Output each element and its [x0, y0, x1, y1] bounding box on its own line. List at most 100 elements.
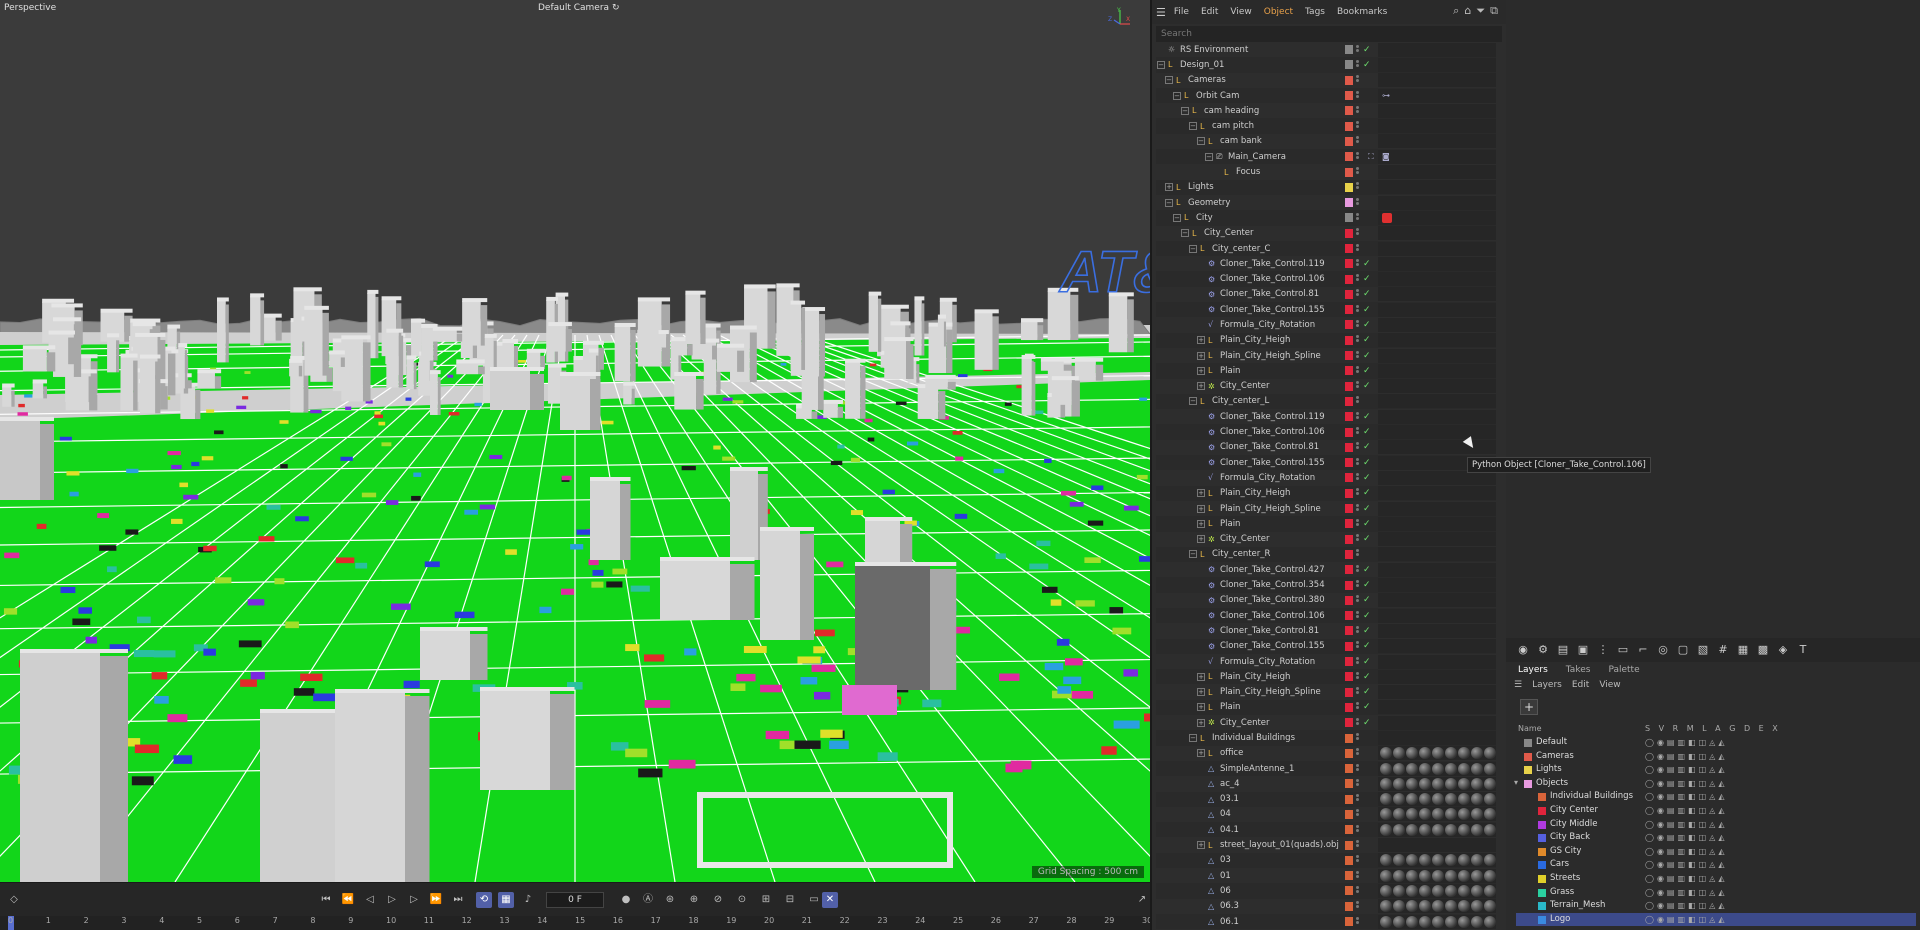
material-tag-icon[interactable]	[1432, 808, 1444, 821]
object-row[interactable]: − L Cameras	[1156, 73, 1496, 88]
layer-color-swatch[interactable]	[1345, 626, 1353, 636]
material-tag-icon[interactable]	[1406, 777, 1418, 790]
object-name[interactable]: Formula_City_Rotation	[1220, 473, 1315, 483]
material-tag-icon[interactable]	[1380, 869, 1392, 882]
enabled-check-icon[interactable]: ✓	[1363, 534, 1371, 544]
layer-color-swatch[interactable]	[1538, 793, 1546, 802]
render-settings-icon[interactable]: ⚙	[1536, 643, 1550, 657]
object-row[interactable]: + L Plain_City_Heigh_Spline ✓	[1156, 348, 1496, 363]
expand-icon[interactable]: +	[1165, 183, 1173, 192]
layer-color-swatch[interactable]	[1345, 657, 1353, 667]
expand-icon[interactable]: +	[1197, 535, 1205, 544]
layer-color-swatch[interactable]	[1345, 779, 1353, 789]
layer-color-swatch[interactable]	[1345, 565, 1353, 575]
layer-flag-toggles[interactable]: ◯◉▤▥◧◫◬◭	[1645, 901, 1727, 910]
layout-icon[interactable]: ▢	[1676, 643, 1690, 657]
visibility-dots-icon[interactable]	[1356, 182, 1360, 192]
visibility-dots-icon[interactable]	[1356, 243, 1360, 254]
layer-color-swatch[interactable]	[1345, 534, 1353, 544]
material-tag-icon[interactable]	[1406, 869, 1418, 882]
layer-color-swatch[interactable]	[1345, 458, 1353, 468]
object-row[interactable]: − Lcam bank	[1156, 134, 1496, 149]
layer-color-swatch[interactable]	[1345, 136, 1353, 146]
object-row[interactable]: △ ac_4	[1156, 776, 1496, 791]
material-tag-icon[interactable]	[1432, 854, 1444, 867]
layer-name[interactable]: Terrain_Mesh	[1550, 900, 1605, 910]
expand-icon[interactable]: +	[1197, 519, 1205, 528]
material-tag-icon[interactable]	[1380, 900, 1392, 913]
object-name[interactable]: City_Center	[1220, 381, 1270, 391]
object-row[interactable]: − L City_center_R	[1156, 546, 1496, 563]
layer-color-swatch[interactable]	[1345, 351, 1353, 361]
object-name[interactable]: 03.1	[1220, 794, 1239, 804]
enabled-check-icon[interactable]: ✓	[1363, 519, 1371, 529]
material-tag-icon[interactable]	[1445, 747, 1457, 760]
material-tag-icon[interactable]	[1432, 915, 1444, 928]
key-scale-icon[interactable]: ⊙	[734, 892, 750, 908]
expand-icon[interactable]: +	[1197, 718, 1205, 727]
visibility-dots-icon[interactable]	[1356, 840, 1360, 850]
collapse-icon[interactable]: −	[1157, 60, 1165, 69]
new-window-icon[interactable]: ⧉	[1490, 4, 1498, 18]
material-tag-icon[interactable]	[1419, 762, 1431, 775]
visibility-dots-icon[interactable]	[1356, 916, 1360, 927]
material-tag-icon[interactable]	[1393, 793, 1405, 806]
enabled-check-icon[interactable]: ✓	[1363, 672, 1371, 682]
visibility-dots-icon[interactable]	[1356, 870, 1360, 881]
visibility-dots-icon[interactable]	[1356, 641, 1360, 651]
goto-end-icon[interactable]: ⏭	[450, 892, 466, 908]
object-name[interactable]: 04.1	[1220, 825, 1239, 835]
enabled-check-icon[interactable]: ✓	[1363, 657, 1371, 667]
cube-tag-icon[interactable]	[1382, 212, 1392, 223]
layer-name[interactable]: City Back	[1550, 832, 1590, 842]
object-name[interactable]: Design_01	[1180, 60, 1224, 70]
layer-name[interactable]: GS City	[1550, 846, 1581, 856]
material-tag-icon[interactable]	[1471, 777, 1483, 790]
layer-color-swatch[interactable]	[1345, 60, 1353, 70]
layer-color-swatch[interactable]	[1345, 106, 1353, 116]
material-tag-icon[interactable]	[1393, 900, 1405, 913]
image-icon[interactable]: ▩	[1756, 643, 1770, 657]
layer-color-swatch[interactable]	[1345, 702, 1353, 712]
enabled-check-icon[interactable]: ✓	[1363, 335, 1371, 345]
visibility-dots-icon[interactable]	[1356, 105, 1360, 116]
object-name[interactable]: Plain_City_Heigh_Spline	[1220, 351, 1321, 361]
fcurve-icon[interactable]: ↗	[1134, 892, 1150, 908]
layer-color-swatch[interactable]	[1345, 733, 1353, 743]
layer-name[interactable]: Cars	[1550, 859, 1569, 869]
visibility-dots-icon[interactable]	[1356, 75, 1360, 85]
key-pla-icon[interactable]: ⊟	[782, 892, 798, 908]
layer-color-swatch[interactable]	[1345, 595, 1353, 605]
object-name[interactable]: Plain_City_Heigh	[1220, 335, 1290, 345]
enabled-check-icon[interactable]: ✓	[1363, 442, 1371, 452]
material-tag-icon[interactable]	[1406, 915, 1418, 928]
enabled-check-icon[interactable]: ✓	[1363, 45, 1371, 55]
material-tag-icon[interactable]	[1484, 777, 1496, 790]
layer-color-swatch[interactable]	[1345, 182, 1353, 192]
folder-icon[interactable]: ▭	[1616, 643, 1630, 657]
object-row[interactable]: ⚙ Cloner_Take_Control.155 ✓	[1156, 455, 1496, 471]
layer-color-swatch[interactable]	[1345, 274, 1353, 284]
material-tag-icon[interactable]	[1484, 915, 1496, 928]
object-name[interactable]: Cameras	[1188, 75, 1226, 85]
goto-start-icon[interactable]: ⏮	[318, 892, 334, 908]
object-name[interactable]: Formula_City_Rotation	[1220, 320, 1315, 330]
layer-color-swatch[interactable]	[1345, 244, 1353, 253]
layer-color-swatch[interactable]	[1345, 121, 1353, 131]
layer-row[interactable]: Grass ◯◉▤▥◧◫◬◭	[1516, 886, 1916, 900]
visibility-dots-icon[interactable]	[1356, 381, 1360, 391]
visibility-dots-icon[interactable]	[1356, 503, 1360, 514]
menu-file[interactable]: File	[1174, 7, 1189, 17]
material-tag-icon[interactable]	[1432, 884, 1444, 897]
text-icon[interactable]: T	[1796, 643, 1810, 657]
material-tag-icon[interactable]	[1445, 854, 1457, 867]
visibility-dots-icon[interactable]	[1356, 304, 1360, 315]
layer-row[interactable]: Default ◯◉▤▥◧◫◬◭	[1516, 736, 1916, 750]
object-search-input[interactable]: Search	[1156, 26, 1502, 42]
enabled-check-icon[interactable]: ✓	[1363, 259, 1371, 269]
expand-icon[interactable]: +	[1197, 504, 1205, 513]
layer-color-swatch[interactable]	[1345, 289, 1353, 299]
object-row[interactable]: ⚙ Cloner_Take_Control.155 ✓	[1156, 302, 1496, 318]
material-tag-icon[interactable]	[1380, 777, 1392, 790]
3d-viewport[interactable]: AT& Perspective Default Camera ↻ Y X Z G…	[0, 0, 1150, 882]
